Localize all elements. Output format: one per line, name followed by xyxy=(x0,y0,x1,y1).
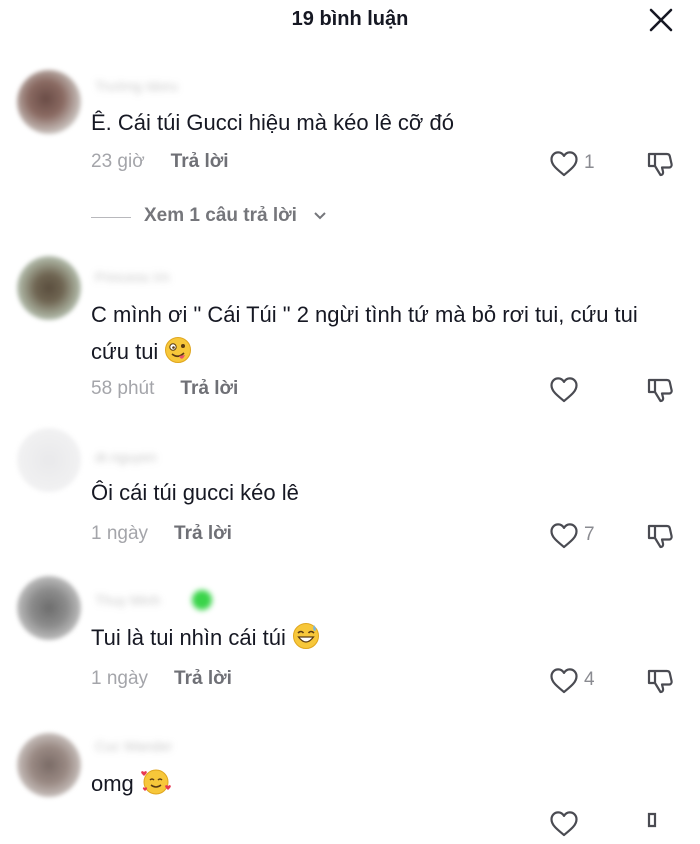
thumbs-down-icon xyxy=(647,152,673,177)
comment-username[interactable]: dr.nguyen xyxy=(91,446,161,468)
smiling-face-with-hearts-icon xyxy=(141,769,171,795)
avatar[interactable] xyxy=(17,428,81,492)
like-count: 4 xyxy=(584,669,595,690)
like-button[interactable]: 1 xyxy=(549,150,609,178)
comment-time: 1 ngày xyxy=(91,523,149,544)
grinning-sweat-face-icon xyxy=(292,623,319,649)
heart-icon xyxy=(550,377,578,403)
reply-button[interactable]: Trả lời xyxy=(171,151,229,172)
zany-face-icon xyxy=(165,337,192,363)
comment-meta: 58 phút Trả lời xyxy=(91,378,238,400)
chevron-down-icon xyxy=(314,212,326,220)
like-count: 1 xyxy=(584,152,595,173)
like-button[interactable] xyxy=(549,810,609,838)
comment-username[interactable]: Thuy Minh xyxy=(91,589,164,611)
close-icon xyxy=(649,8,673,32)
reply-button[interactable]: Trả lời xyxy=(174,668,232,689)
view-replies-label: Xem 1 câu trả lời xyxy=(144,205,297,226)
comments-header: 19 bình luận xyxy=(0,0,700,44)
comment-username[interactable]: Cuc Wander xyxy=(91,735,176,757)
comment-text: omg xyxy=(91,765,671,802)
comment-username[interactable]: Trường Idoru xyxy=(91,75,182,97)
comment-time: 58 phút xyxy=(91,378,155,399)
like-button[interactable]: 7 xyxy=(549,522,609,550)
comment-username[interactable]: Princess.Vn xyxy=(91,266,174,288)
thumbs-down-icon xyxy=(647,378,673,403)
heart-icon xyxy=(550,523,578,549)
comment-text: Tui là tui nhìn cái túi xyxy=(91,619,671,656)
comment-text: Ôi cái túi gucci kéo lê xyxy=(91,480,299,505)
dislike-button[interactable] xyxy=(645,521,675,551)
reply-button[interactable]: Trả lời xyxy=(174,523,232,544)
divider-line xyxy=(91,217,131,218)
dislike-button[interactable] xyxy=(645,375,675,405)
avatar[interactable] xyxy=(17,256,81,320)
close-button[interactable] xyxy=(648,7,674,33)
comment-time: 23 giờ xyxy=(91,151,145,172)
like-button[interactable]: 4 xyxy=(549,667,609,695)
like-button[interactable] xyxy=(549,376,609,404)
comment-meta: 1 ngày Trả lời xyxy=(91,668,232,690)
comment-meta: 1 ngày Trả lời xyxy=(91,523,232,545)
avatar[interactable] xyxy=(17,70,81,134)
comment-count-title: 19 bình luận xyxy=(291,8,409,30)
comment-text: Ê. Cái túi Gucci hiệu mà kéo lê cỡ đó xyxy=(91,110,454,135)
comment-time: 1 ngày xyxy=(91,668,149,689)
dislike-button[interactable] xyxy=(645,149,675,179)
like-count: 7 xyxy=(584,524,595,545)
heart-icon xyxy=(550,811,578,837)
avatar[interactable] xyxy=(17,576,81,640)
reply-button[interactable]: Trả lời xyxy=(180,378,238,399)
thumbs-down-icon xyxy=(647,669,673,694)
avatar[interactable] xyxy=(17,733,81,797)
verified-badge xyxy=(192,590,212,610)
heart-icon xyxy=(550,151,578,177)
comment-meta: 23 giờ Trả lời xyxy=(91,151,229,173)
dislike-button[interactable] xyxy=(645,666,675,696)
heart-icon xyxy=(550,668,578,694)
comment-text: C mình ơi " Cái Túi " 2 ngừi tình tứ mà … xyxy=(91,302,638,364)
thumbs-down-icon xyxy=(647,524,673,549)
